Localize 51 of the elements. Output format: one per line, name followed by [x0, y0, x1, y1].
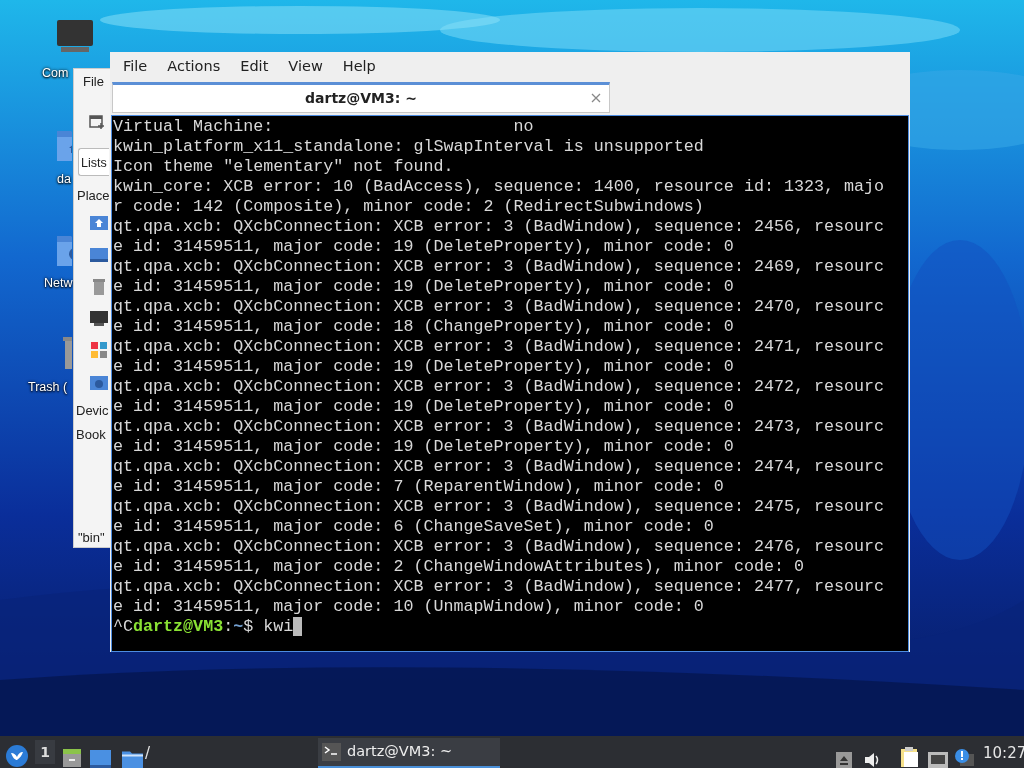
terminal-line: qt.qpa.xcb: QXcbConnection: XCB error: 3 (BadWindow), sequence: 2456, resourc [113, 217, 885, 237]
taskbar-button[interactable]: dartz@VM3: ~ [318, 738, 500, 768]
menu-item[interactable]: File [83, 72, 104, 92]
terminal-line: e id: 31459511, major code: 19 (DeleteProperty), minor code: 0 [113, 437, 734, 457]
tab-title: dartz@VM3: ~ [305, 89, 417, 108]
apps-icon[interactable] [89, 340, 109, 360]
monitor-icon[interactable] [89, 308, 109, 328]
terminal-line: r code: 142 (Composite), minor code: 2 (RedirectSubwindows) [113, 197, 704, 217]
view-button[interactable]: Lists [78, 148, 109, 176]
terminal-line: e id: 31459511, major code: 10 (UnmapWindow), minor code: 0 [113, 597, 704, 617]
terminal-line: e id: 31459511, major code: 19 (DeleteProperty), minor code: 0 [113, 237, 734, 257]
terminal-line: qt.qpa.xcb: QXcbConnection: XCB error: 3 (BadWindow), sequence: 2475, resourc [113, 497, 885, 517]
section-header: Devic [76, 402, 109, 420]
terminal-line: qt.qpa.xcb: QXcbConnection: XCB error: 3 (BadWindow), sequence: 2470, resourc [113, 297, 885, 317]
icon-label: da [57, 171, 71, 188]
section-header: Book [76, 426, 106, 444]
icon-label: Trash ( [28, 379, 68, 396]
terminal-line: qt.qpa.xcb: QXcbConnection: XCB error: 3 (BadWindow), sequence: 2476, resourc [113, 537, 885, 557]
terminal-line: Virtual Machine: no [113, 117, 534, 137]
terminal-line: e id: 31459511, major code: 19 (DeleteProperty), minor code: 0 [113, 357, 734, 377]
terminal-line: qt.qpa.xcb: QXcbConnection: XCB error: 3 (BadWindow), sequence: 2474, resourc [113, 457, 885, 477]
menu-item[interactable]: File [113, 56, 158, 78]
icon-label: Netw [44, 275, 73, 292]
terminal-line: kwin_platform_x11_standalone: glSwapInterval is unsupported [113, 137, 704, 157]
terminal-line: e id: 31459511, major code: 18 (ChangeProperty), minor code: 0 [113, 317, 734, 337]
terminal-tab[interactable]: dartz@VM3: ~ [112, 82, 610, 113]
terminal-line: e id: 31459511, major code: 19 (DeleteProperty), minor code: 0 [113, 277, 734, 297]
terminal-line: Icon theme "elementary" not found. [113, 157, 454, 177]
status-text: "bin" [78, 529, 105, 547]
new-window-icon[interactable] [89, 114, 105, 130]
terminal-line: qt.qpa.xcb: QXcbConnection: XCB error: 3 (BadWindow), sequence: 2473, resourc [113, 417, 885, 437]
menu-item[interactable]: Help [332, 56, 386, 78]
terminal-line: qt.qpa.xcb: QXcbConnection: XCB error: 3 (BadWindow), sequence: 2469, resourc [113, 257, 885, 277]
terminal-line: e id: 31459511, major code: 2 (ChangeWindowAttributes), minor code: 0 [113, 557, 804, 577]
terminal-line: kwin_core: XCB error: 10 (BadAccess), sequence: 1400, resource id: 1323, majo [113, 177, 885, 197]
workspace-button[interactable]: 1 [35, 740, 55, 764]
icon-label: Com [42, 65, 69, 82]
menu-item[interactable]: View [278, 56, 333, 78]
menu-item[interactable]: Actions [157, 56, 231, 78]
section-header: Place [77, 187, 110, 205]
terminal-line: e id: 31459511, major code: 19 (DeleteProperty), minor code: 0 [113, 397, 734, 417]
terminal-line: qt.qpa.xcb: QXcbConnection: XCB error: 3 (BadWindow), sequence: 2477, resourc [113, 577, 885, 597]
prompt-line: ^Cdartz@VM3:~$ kwi [113, 617, 303, 637]
terminal-line: e id: 31459511, major code: 6 (ChangeSaveSet), minor code: 0 [113, 517, 714, 537]
menu-item[interactable]: Edit [230, 56, 279, 78]
terminal-line: qt.qpa.xcb: QXcbConnection: XCB error: 3 (BadWindow), sequence: 2472, resourc [113, 377, 885, 397]
terminal-line: qt.qpa.xcb: QXcbConnection: XCB error: 3 (BadWindow), sequence: 2471, resourc [113, 337, 885, 357]
path-label: / [145, 743, 151, 764]
terminal-icon [322, 743, 341, 761]
terminal-line: e id: 31459511, major code: 7 (ReparentWindow), minor code: 0 [113, 477, 724, 497]
close-icon[interactable] [591, 93, 601, 103]
